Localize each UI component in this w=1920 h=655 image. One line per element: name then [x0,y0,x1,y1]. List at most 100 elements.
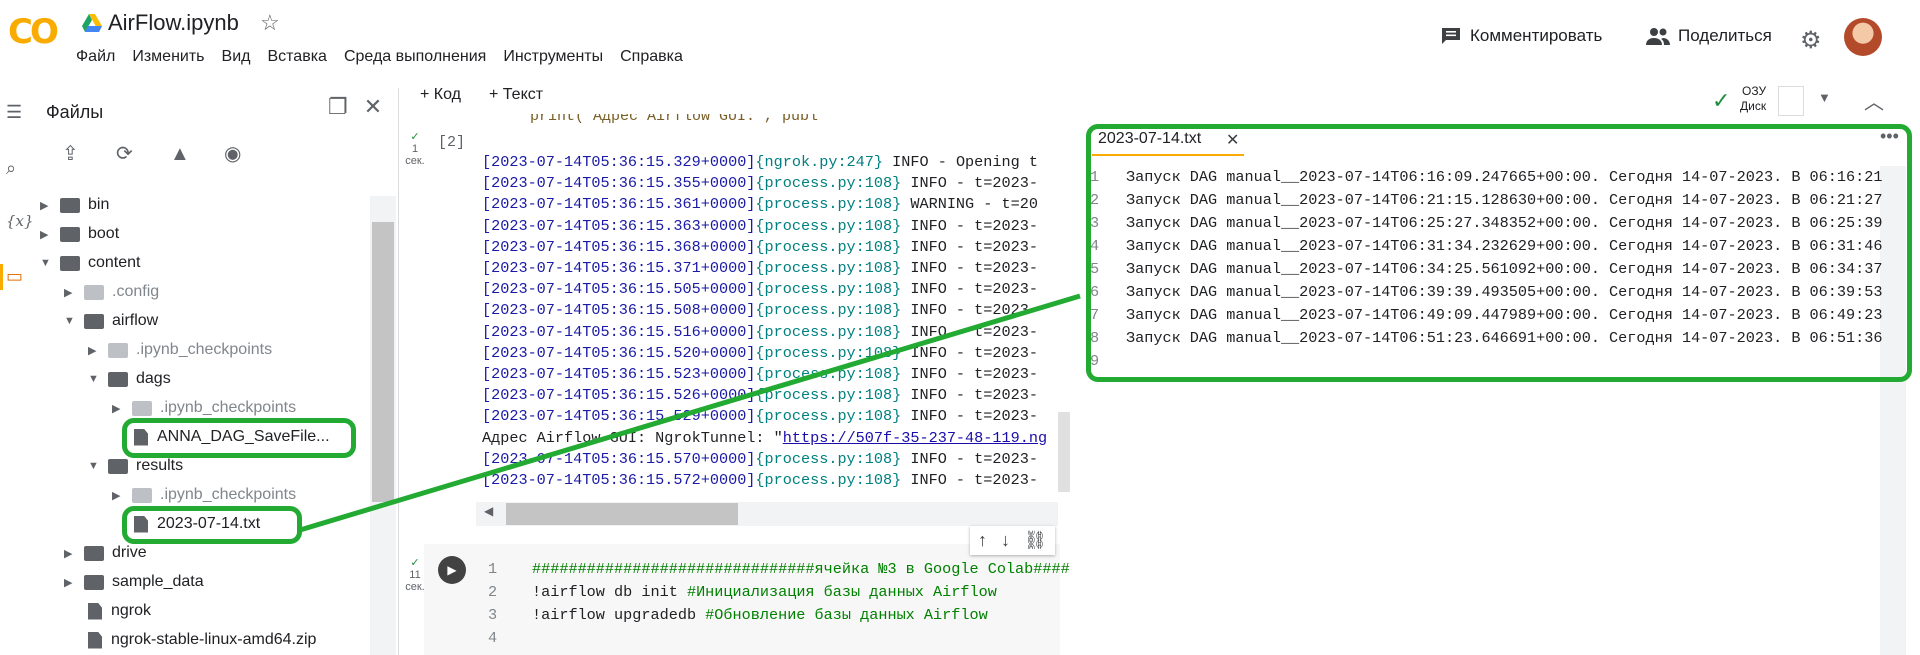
tree-item-ipynb-checkpoints[interactable]: ▶ .ipynb_checkpoints [88,337,272,363]
log-source: {ngrok.py:247} [755,153,884,171]
folder-icon [132,487,152,503]
chevron-down-icon[interactable]: ▼ [40,257,54,269]
share-label: Поделиться [1678,26,1772,45]
code-comment: ###############################ячейка №3… [532,560,1070,578]
cell-actions: ↑ ↓ ⛓ [970,526,1055,555]
scroll-left-icon[interactable]: ◀ [484,504,493,518]
star-icon[interactable]: ☆ [260,10,280,36]
code-line: print("Адрес Airflow GUI:", publ [530,108,819,125]
annotation-dag-file [122,418,356,458]
tree-item-label: drive [112,544,147,561]
output-line: [2023-07-14T05:36:15.523+0000]{process.p… [482,364,1058,385]
chevron-down-icon[interactable]: ▼ [1818,90,1831,105]
log-timestamp: [2023-07-14T05:36:15.363+0000] [482,216,756,235]
tree-item-ngrok-zip[interactable]: ngrok-stable-linux-amd64.zip [80,627,316,653]
output-line: [2023-07-14T05:36:15.363+0000]{process.p… [482,216,1058,237]
tree-item-airflow[interactable]: ▼ airflow [64,308,158,334]
log-timestamp: [2023-07-14T05:36:15.520+0000] [482,343,756,362]
menu-insert[interactable]: Вставка [267,48,326,66]
notebook-title[interactable]: AirFlow.ipynb [108,10,239,36]
log-message: INFO - t=2023- [901,280,1038,299]
link-icon[interactable]: ⛓ [1024,530,1047,551]
tree-item-boot[interactable]: ▶ boot [40,221,119,247]
tree-item-bin[interactable]: ▶ bin [40,192,109,218]
folder-icon [60,197,80,213]
colab-logo[interactable]: CO [8,12,59,52]
menu-edit[interactable]: Изменить [132,48,204,66]
people-icon [1646,28,1670,45]
menu-runtime[interactable]: Среда выполнения [344,48,486,66]
chevron-right-icon[interactable]: ▶ [112,402,126,415]
output-line: [2023-07-14T05:36:15.572+0000]{process.p… [482,470,1058,491]
log-timestamp: [2023-07-14T05:36:15.572+0000] [482,471,756,490]
output-text: Адрес Airflow GUI: NgrokTunnel: " [482,428,783,447]
menu-tools[interactable]: Инструменты [503,48,603,66]
avatar[interactable] [1844,18,1882,56]
chevron-down-icon[interactable]: ▼ [88,373,102,385]
chevron-right-icon[interactable]: ▶ [64,286,78,299]
tree-item-sample-data[interactable]: ▶ sample_data [64,569,204,595]
resource-labels[interactable]: ОЗУ Диск [1740,84,1766,114]
chevron-right-icon[interactable]: ▶ [64,547,78,560]
tree-item-dags[interactable]: ▼ dags [88,366,171,392]
tree-item-label: airflow [112,312,159,329]
toc-icon[interactable]: ☰ [6,102,22,123]
chevron-up-icon[interactable]: ︿ [1864,86,1884,115]
log-source: {process.py:108} [755,386,902,405]
chevron-right-icon[interactable]: ▶ [40,228,54,241]
menu-file[interactable]: Файл [76,48,115,66]
chevron-right-icon[interactable]: ▶ [88,344,102,357]
folder-icon [132,400,152,416]
open-in-tab-icon[interactable]: ❐ [328,94,348,120]
refresh-folder-icon[interactable]: ⟳ [116,142,140,166]
chevron-down-icon[interactable]: ▼ [88,460,102,472]
resource-meter[interactable] [1778,86,1804,116]
search-icon[interactable]: ⌕ [6,158,16,179]
show-hidden-icon[interactable]: ◉ [224,142,248,166]
log-source: {process.py:108} [755,174,902,193]
output-hscrollbar-thumb[interactable] [506,503,738,525]
tree-item-content[interactable]: ▼ content [40,250,140,276]
log-timestamp: [2023-07-14T05:36:15.505+0000] [482,280,756,299]
folder-icon[interactable]: ▭ [6,266,23,287]
tree-item-label: ngrok-stable-linux-amd64.zip [111,631,317,648]
tree-item-ngrok[interactable]: ngrok [80,598,151,624]
move-down-icon[interactable]: ↓ [1001,530,1010,551]
run-cell-button[interactable]: ▶ [438,556,466,584]
menu-help[interactable]: Справка [620,48,683,66]
chevron-right-icon[interactable]: ▶ [112,489,126,502]
log-timestamp: [2023-07-14T05:36:15.368+0000] [482,237,756,256]
tree-item-label: .ipynb_checkpoints [136,341,273,358]
gear-icon[interactable]: ⚙ [1800,26,1822,55]
output-vscrollbar[interactable] [1058,412,1070,492]
files-panel-title: Файлы [46,102,104,122]
tree-item-label: .ipynb_checkpoints [160,486,297,503]
mount-drive-icon[interactable]: ▲ [170,142,194,166]
chevron-right-icon[interactable]: ▶ [64,576,78,589]
menu-view[interactable]: Вид [222,48,251,66]
upload-icon[interactable]: ⇪ [62,142,86,166]
exec-count: [2] [438,134,466,151]
comment-button[interactable]: Комментировать [1440,26,1602,46]
tree-scrollbar-thumb[interactable] [372,222,394,502]
menu-bar: Файл Изменить Вид Вставка Среда выполнен… [76,48,683,66]
tunnel-link[interactable]: https://507f-35-237-48-119.ng [783,429,1047,447]
exec-time: 11 [409,569,421,581]
exec-time-unit: сек. [405,155,425,167]
close-icon[interactable]: ✕ [364,94,382,120]
tree-item-label: boot [88,225,120,242]
add-text-button[interactable]: + Текст [489,86,543,104]
tree-item-ipynb-checkpoints[interactable]: ▶ .ipynb_checkpoints [112,482,296,508]
log-source: {process.py:108} [755,407,902,426]
line-number: 2 [488,583,498,601]
chevron-right-icon[interactable]: ▶ [40,199,54,212]
log-source: {process.py:108} [755,471,902,490]
share-button[interactable]: Поделиться [1646,26,1772,46]
move-up-icon[interactable]: ↑ [978,530,987,551]
chevron-down-icon[interactable]: ▼ [64,315,78,327]
output-line: [2023-07-14T05:36:15.520+0000]{process.p… [482,343,1058,364]
add-code-button[interactable]: + Код [420,86,461,104]
tree-item-label: content [88,254,141,271]
tree-item-config[interactable]: ▶ .config [64,279,159,305]
cell-code[interactable]: 1 ###############################ячейка №… [488,558,1070,650]
